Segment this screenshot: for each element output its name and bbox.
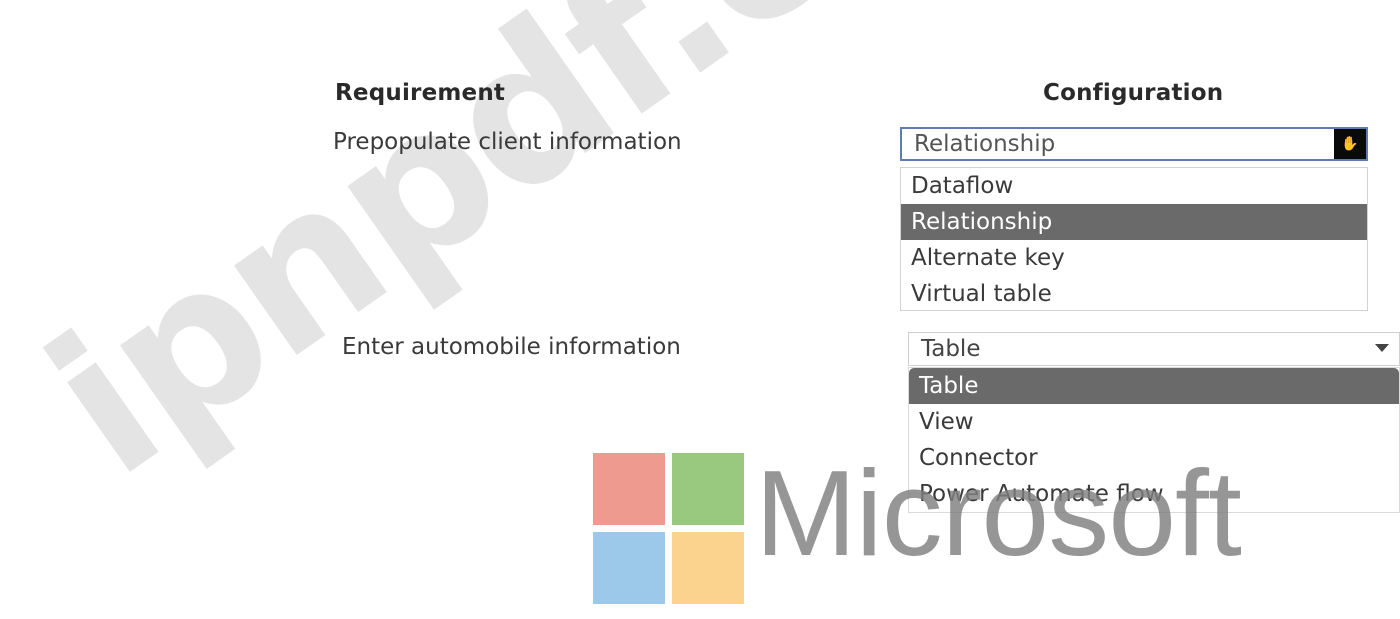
logo-square-green: [672, 453, 744, 525]
dropdown-1-option[interactable]: Alternate key: [901, 240, 1367, 276]
dropdown-2-option-selected[interactable]: Table: [909, 368, 1399, 404]
configuration-dropdown-1[interactable]: Relationship ✋: [900, 127, 1368, 161]
logo-square-red: [593, 453, 665, 525]
chevron-down-icon[interactable]: [1375, 344, 1389, 352]
logo-square-blue: [593, 532, 665, 604]
dropdown-1-options: Dataflow Relationship Alternate key Virt…: [900, 167, 1368, 311]
requirement-header: Requirement: [335, 80, 506, 106]
requirement-label-1: Prepopulate client information: [333, 129, 682, 155]
cursor-hand-icon[interactable]: ✋: [1334, 129, 1366, 159]
logo-square-yellow: [672, 532, 744, 604]
dropdown-1-option[interactable]: Virtual table: [901, 276, 1367, 312]
dropdown-2-option[interactable]: View: [909, 404, 1399, 440]
dropdown-1-option[interactable]: Dataflow: [901, 168, 1367, 204]
dropdown-2-selected-value: Table: [921, 336, 981, 362]
configuration-header: Configuration: [1043, 80, 1224, 106]
configuration-dropdown-2[interactable]: Table: [908, 332, 1400, 366]
stage: ipnpdf.com Requirement Configuration Pre…: [0, 0, 1400, 619]
dropdown-1-option-selected[interactable]: Relationship: [901, 204, 1367, 240]
dropdown-1-selected-value: Relationship: [914, 131, 1056, 157]
requirement-label-2: Enter automobile information: [342, 334, 681, 360]
microsoft-wordmark: Microsoft: [755, 445, 1242, 581]
